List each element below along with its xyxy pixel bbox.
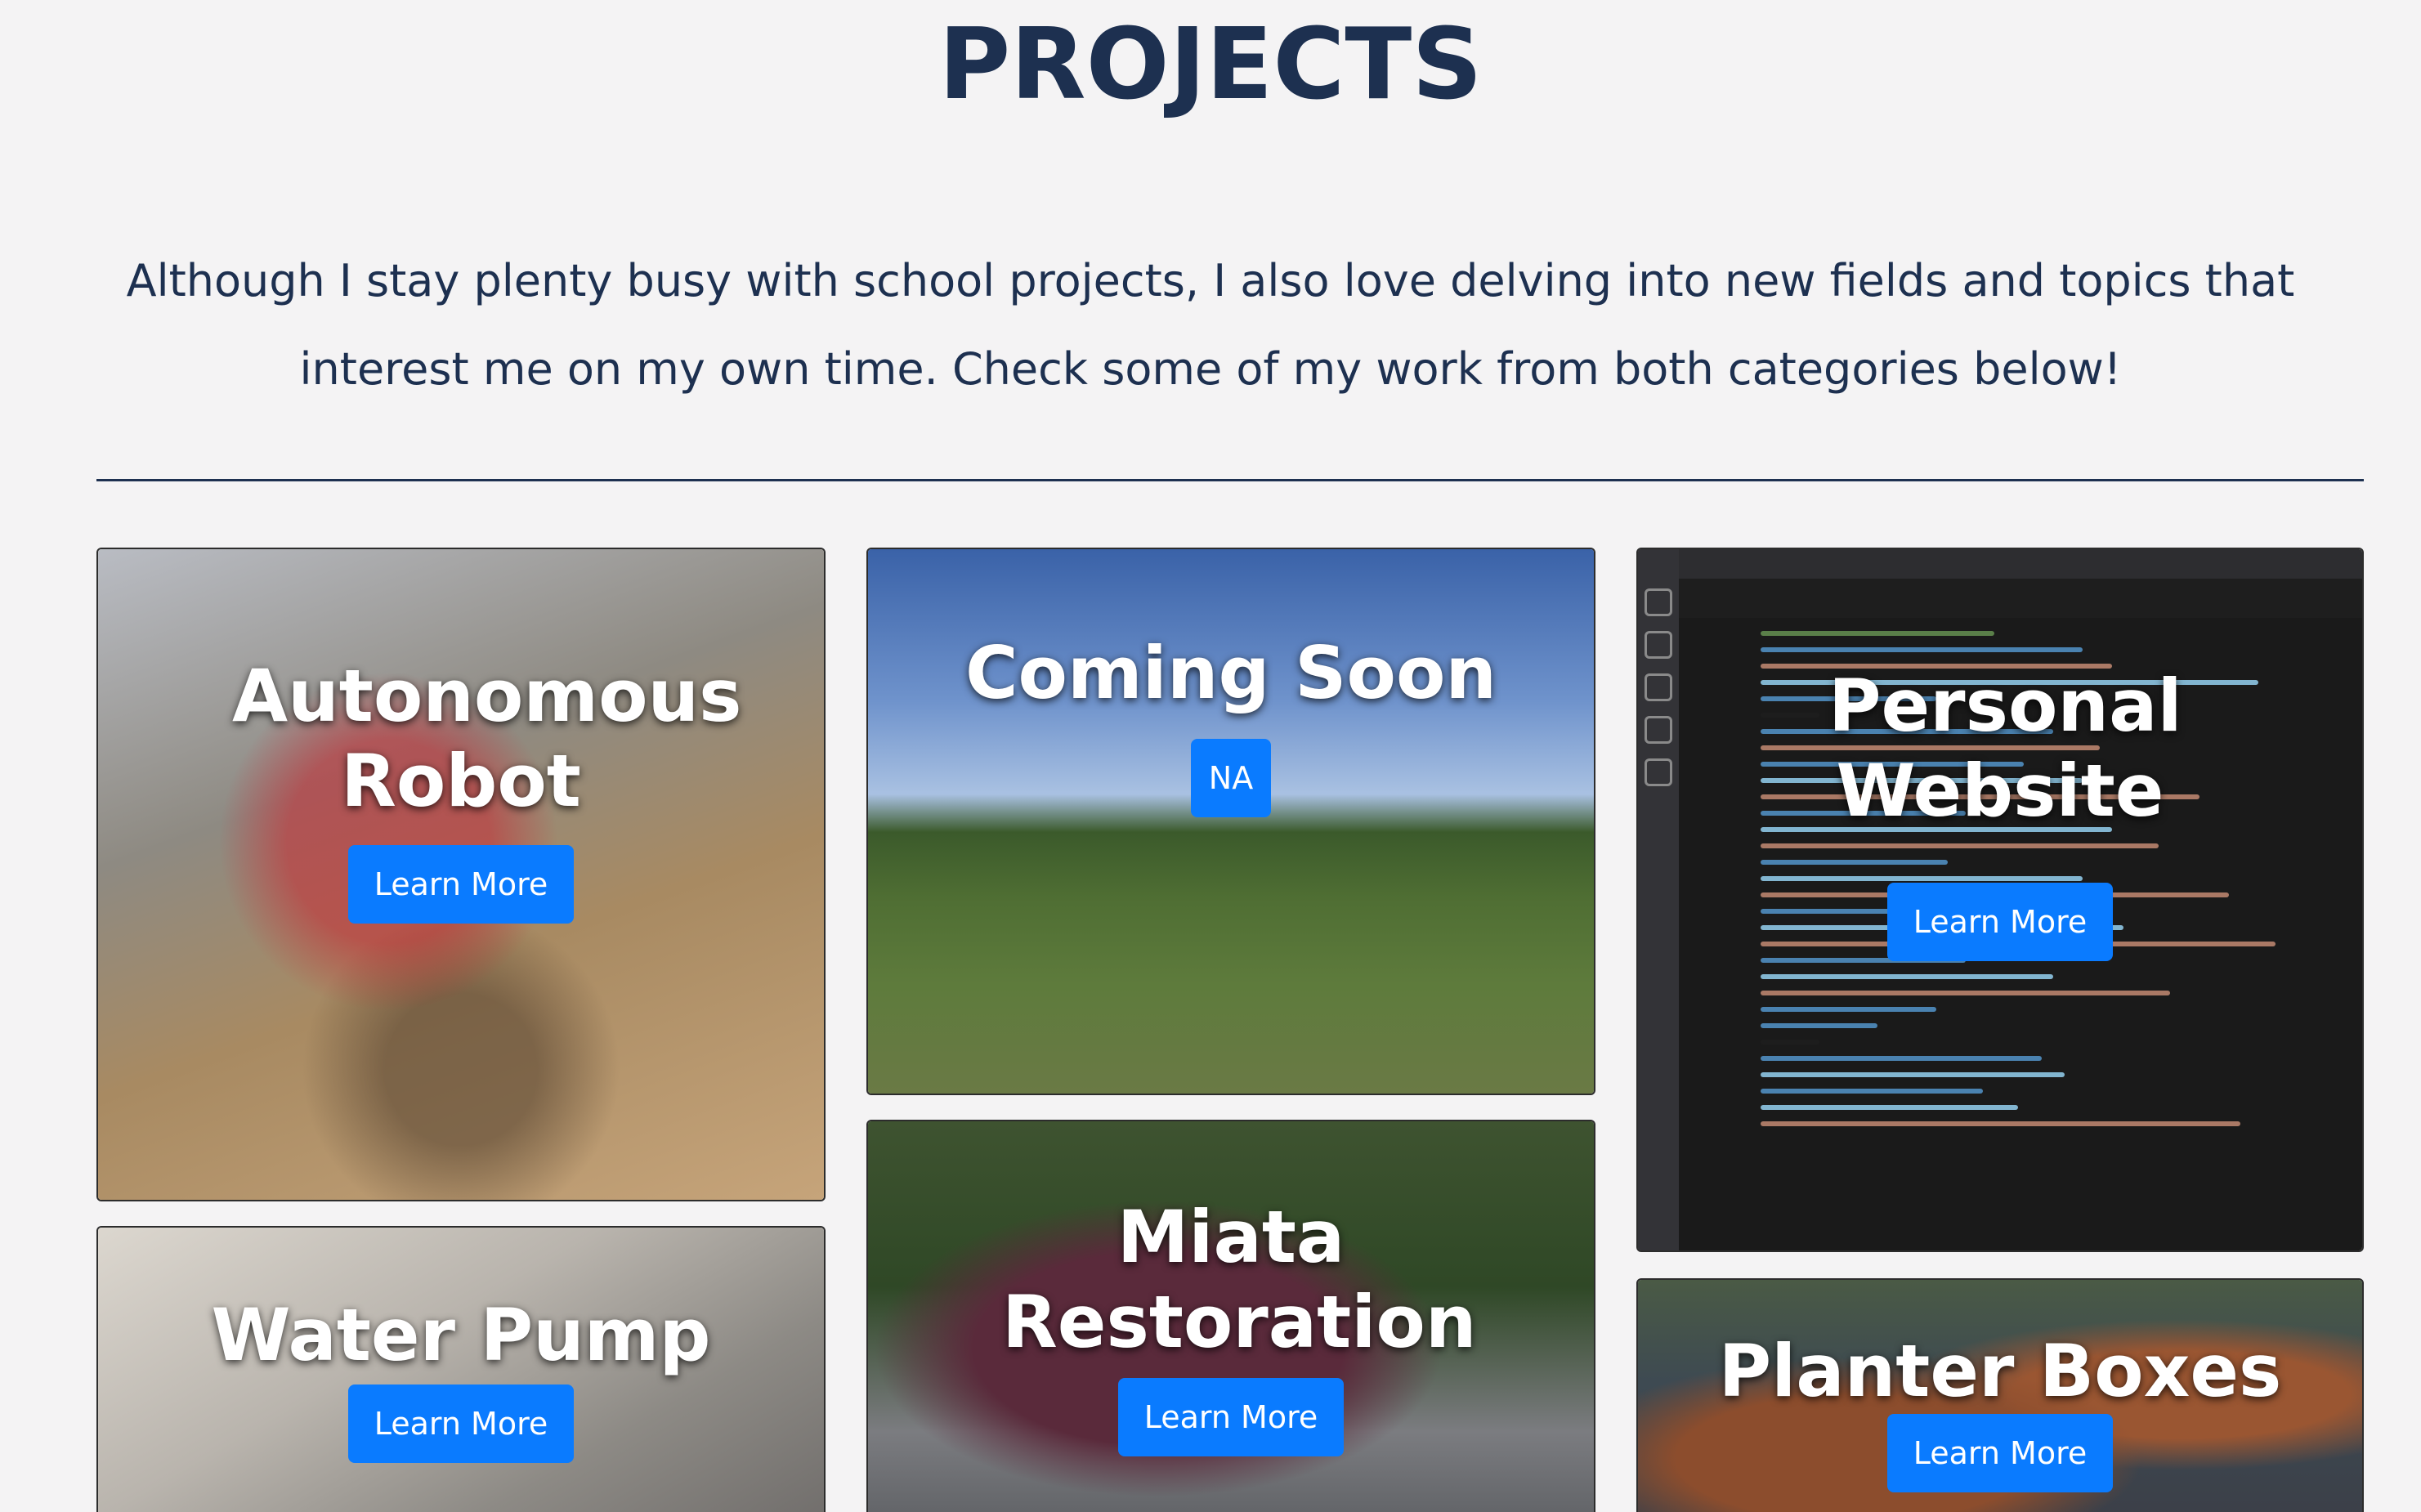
project-title: Planter Boxes xyxy=(1718,1329,2282,1413)
section-divider xyxy=(96,479,2364,481)
intro-paragraph: Although I stay plenty busy with school … xyxy=(126,255,2295,395)
project-card-planter-boxes[interactable]: Planter Boxes Learn More xyxy=(1636,1278,2364,1512)
learn-more-button[interactable]: Learn More xyxy=(1886,1414,2114,1492)
project-title: Autonomous Robot xyxy=(232,654,742,823)
learn-more-button[interactable]: Learn More xyxy=(1117,1378,1345,1456)
project-card-miata-restoration[interactable]: Miata Restoration Learn More xyxy=(866,1120,1595,1512)
project-title: Coming Soon xyxy=(964,631,1497,715)
project-title: Water Pump xyxy=(211,1293,711,1377)
page-title: PROJECTS xyxy=(938,8,1483,122)
project-card-water-pump[interactable]: Water Pump Learn More xyxy=(96,1226,826,1512)
projects-page: PROJECTS Although I stay plenty busy wit… xyxy=(0,0,2421,1512)
project-card-coming-soon[interactable]: Coming Soon NA xyxy=(866,548,1595,1095)
project-title: Miata Restoration xyxy=(1002,1195,1477,1364)
project-card-autonomous-robot[interactable]: Autonomous Robot Learn More xyxy=(96,548,826,1201)
learn-more-button[interactable]: Learn More xyxy=(347,1385,575,1463)
status-badge: NA xyxy=(1190,739,1272,817)
project-title: Personal Website xyxy=(1828,664,2182,833)
learn-more-button[interactable]: Learn More xyxy=(1886,883,2114,961)
learn-more-button[interactable]: Learn More xyxy=(347,845,575,924)
project-card-personal-website[interactable]: Personal Website Learn More xyxy=(1636,548,2364,1252)
